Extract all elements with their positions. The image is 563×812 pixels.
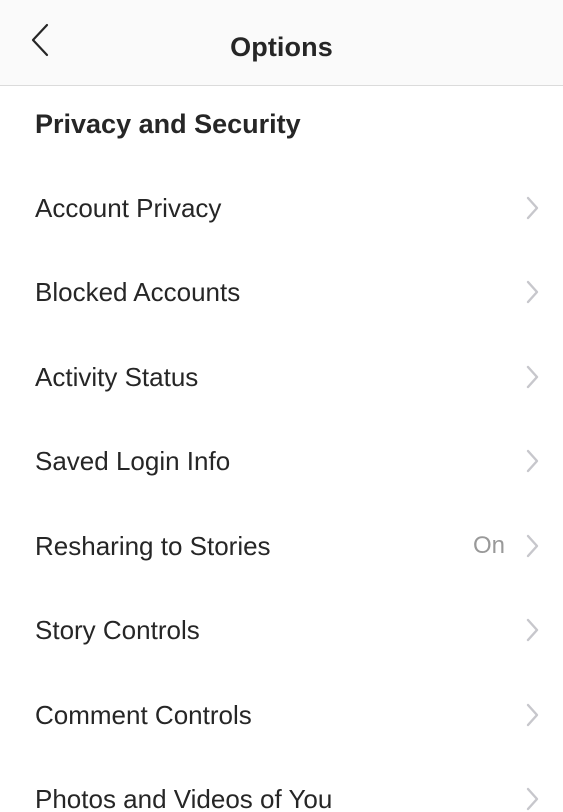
settings-row-saved-login-info[interactable]: Saved Login Info [0,419,563,503]
settings-row-comment-controls[interactable]: Comment Controls [0,673,563,757]
settings-row-label: Comment Controls [35,700,252,730]
navigation-bar: Options [0,0,563,86]
settings-row-blocked-accounts[interactable]: Blocked Accounts [0,250,563,334]
chevron-right-icon [525,786,541,812]
settings-row-label: Account Privacy [35,193,222,223]
settings-row-account-privacy[interactable]: Account Privacy [0,166,563,250]
settings-row-label: Resharing to Stories [35,531,271,561]
settings-row-label: Story Controls [35,615,200,645]
settings-row-resharing-to-stories[interactable]: Resharing to Stories On [0,504,563,588]
options-screen: Options Privacy and Security Account Pri… [0,0,563,812]
settings-row-photos-videos-of-you[interactable]: Photos and Videos of You [0,757,563,812]
chevron-right-icon [525,617,541,643]
chevron-right-icon [525,364,541,390]
settings-row-label: Saved Login Info [35,446,231,476]
settings-row-activity-status[interactable]: Activity Status [0,335,563,419]
settings-row-label: Blocked Accounts [35,277,241,307]
chevron-right-icon [525,533,541,559]
chevron-right-icon [525,702,541,728]
settings-row-label: Activity Status [35,362,199,392]
settings-row-story-controls[interactable]: Story Controls [0,588,563,672]
settings-row-label: Photos and Videos of You [35,784,333,812]
chevron-right-icon [525,279,541,305]
chevron-right-icon [525,195,541,221]
page-title: Options [230,32,333,62]
status-value: On [472,532,505,559]
section-title-privacy-security: Privacy and Security [35,109,301,139]
chevron-right-icon [525,448,541,474]
